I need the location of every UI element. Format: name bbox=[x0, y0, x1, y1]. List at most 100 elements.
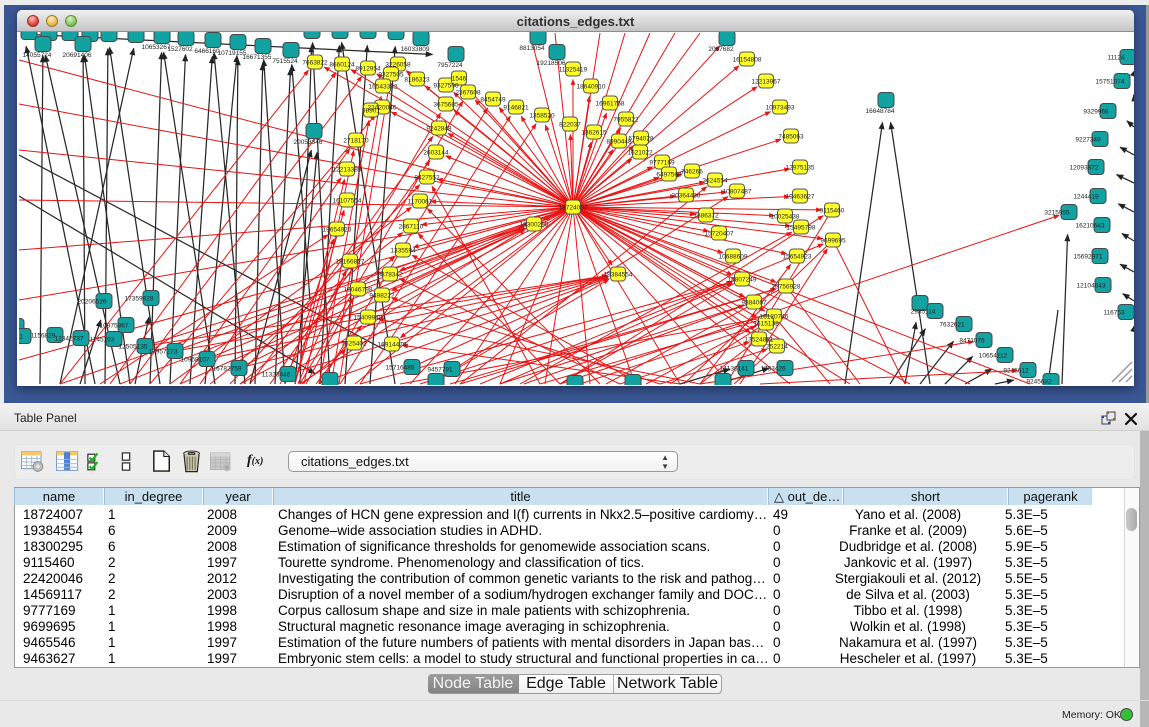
svg-text:2603144: 2603144 bbox=[423, 150, 449, 157]
svg-text:1170061: 1170061 bbox=[408, 199, 433, 206]
svg-text:20053346: 20053346 bbox=[294, 139, 323, 146]
svg-text:16961758: 16961758 bbox=[596, 101, 625, 108]
svg-text:2867110: 2867110 bbox=[399, 224, 424, 231]
svg-text:252214: 252214 bbox=[766, 344, 788, 351]
svg-text:2087682: 2087682 bbox=[708, 46, 734, 53]
svg-text:16107554: 16107554 bbox=[333, 198, 362, 205]
svg-text:14136141: 14136141 bbox=[720, 366, 749, 373]
svg-text:9242848: 9242848 bbox=[426, 126, 452, 133]
svg-text:7386372: 7386372 bbox=[693, 213, 719, 220]
svg-text:15409948: 15409948 bbox=[354, 315, 383, 322]
svg-text:9146821: 9146821 bbox=[503, 105, 529, 112]
svg-text:7955822: 7955822 bbox=[613, 117, 639, 124]
svg-text:6794028: 6794028 bbox=[628, 136, 654, 143]
svg-text:11323446: 11323446 bbox=[262, 372, 291, 379]
svg-text:16543382: 16543382 bbox=[369, 84, 398, 91]
svg-text:2935114: 2935114 bbox=[911, 309, 936, 316]
svg-text:9777169: 9777169 bbox=[649, 160, 675, 167]
svg-text:18640910: 18640910 bbox=[577, 84, 606, 91]
svg-text:1615132: 1615132 bbox=[753, 321, 779, 328]
svg-text:9699695: 9699695 bbox=[820, 238, 846, 245]
svg-text:7663822: 7663822 bbox=[302, 60, 328, 67]
svg-text:12505135: 12505135 bbox=[119, 344, 148, 351]
svg-text:10025438: 10025438 bbox=[771, 214, 800, 221]
svg-text:1145193: 1145193 bbox=[90, 337, 115, 344]
svg-text:15692971: 15692971 bbox=[1074, 254, 1103, 261]
svg-text:16648784: 16648784 bbox=[866, 108, 895, 115]
svg-text:822037: 822037 bbox=[559, 122, 581, 129]
svg-text:20364436: 20364436 bbox=[672, 193, 701, 200]
svg-text:9498222: 9498222 bbox=[369, 293, 395, 300]
svg-text:8471076: 8471076 bbox=[959, 338, 985, 345]
svg-text:10975867: 10975867 bbox=[100, 323, 129, 330]
svg-text:8813054: 8813054 bbox=[519, 45, 545, 52]
svg-text:14055724: 14055724 bbox=[23, 52, 52, 59]
svg-text:16033809: 16033809 bbox=[401, 46, 430, 53]
svg-text:16154808: 16154808 bbox=[733, 57, 762, 64]
svg-text:1156829: 1156829 bbox=[31, 333, 56, 340]
svg-text:9227349: 9227349 bbox=[1075, 137, 1101, 144]
svg-text:20756928: 20756928 bbox=[772, 284, 801, 291]
svg-text:17359928: 17359928 bbox=[125, 296, 154, 303]
svg-text:7632621: 7632621 bbox=[939, 322, 965, 329]
svg-text:17957223: 17957223 bbox=[149, 349, 178, 356]
svg-text:3911411: 3911411 bbox=[19, 334, 24, 341]
svg-text:8186323: 8186323 bbox=[404, 77, 430, 84]
svg-text:18807249: 18807249 bbox=[728, 277, 757, 284]
svg-text:3675685: 3675685 bbox=[433, 102, 459, 109]
svg-text:16782759: 16782759 bbox=[213, 366, 242, 373]
svg-text:19654923: 19654923 bbox=[323, 227, 352, 234]
svg-text:12975135: 12975135 bbox=[786, 165, 815, 172]
svg-text:15716485: 15716485 bbox=[386, 365, 415, 372]
svg-text:8454749: 8454749 bbox=[480, 97, 506, 104]
svg-text:12104643: 12104643 bbox=[1077, 283, 1106, 290]
svg-text:2367608: 2367608 bbox=[455, 90, 481, 97]
svg-text:98901: 98901 bbox=[362, 108, 380, 115]
svg-text:9245682: 9245682 bbox=[1026, 379, 1052, 386]
svg-text:1358520: 1358520 bbox=[529, 113, 555, 120]
svg-text:9329966: 9329966 bbox=[1083, 109, 1109, 116]
svg-text:1335594: 1335594 bbox=[390, 248, 416, 255]
svg-text:6466160: 6466160 bbox=[194, 48, 220, 55]
svg-text:3226058: 3226058 bbox=[385, 62, 411, 69]
svg-text:7515524: 7515524 bbox=[272, 58, 298, 65]
svg-text:11325419: 11325419 bbox=[559, 67, 588, 74]
svg-text:15495798: 15495798 bbox=[787, 225, 816, 232]
svg-text:16671355: 16671355 bbox=[243, 54, 272, 61]
svg-text:8878342: 8878342 bbox=[377, 272, 403, 279]
svg-text:1362615: 1362615 bbox=[581, 130, 607, 137]
svg-text:10688609: 10688609 bbox=[719, 254, 748, 261]
svg-text:9884067: 9884067 bbox=[741, 300, 767, 307]
svg-text:1546: 1546 bbox=[452, 76, 467, 83]
svg-text:19463627: 19463627 bbox=[786, 194, 815, 201]
svg-text:20206526: 20206526 bbox=[78, 299, 107, 306]
svg-text:11124: 11124 bbox=[1107, 55, 1124, 62]
svg-text:7625402: 7625402 bbox=[341, 341, 367, 348]
svg-text:9457791: 9457791 bbox=[427, 367, 453, 374]
svg-text:12342737: 12342737 bbox=[55, 336, 84, 343]
svg-text:10654112: 10654112 bbox=[979, 353, 1008, 360]
svg-text:15751074: 15751074 bbox=[1096, 79, 1125, 86]
svg-text:1733426: 1733426 bbox=[760, 366, 786, 373]
svg-text:1527602: 1527602 bbox=[167, 46, 193, 53]
svg-text:15654923: 15654923 bbox=[783, 254, 812, 261]
svg-text:12093872: 12093872 bbox=[1070, 165, 1099, 172]
svg-text:18724007: 18724007 bbox=[559, 205, 588, 212]
svg-text:3215955: 3215955 bbox=[1044, 210, 1070, 217]
svg-text:6497568: 6497568 bbox=[656, 172, 682, 179]
svg-text:9245612: 9245612 bbox=[1003, 368, 1029, 375]
svg-text:16914479: 16914479 bbox=[378, 342, 407, 349]
svg-text:20691406: 20691406 bbox=[63, 52, 92, 59]
svg-text:1621022: 1621022 bbox=[627, 150, 653, 157]
svg-text:19166827: 19166827 bbox=[336, 259, 365, 266]
svg-text:746266: 746266 bbox=[681, 169, 703, 176]
svg-text:7485063: 7485063 bbox=[778, 134, 804, 141]
svg-text:12213389: 12213389 bbox=[333, 167, 362, 174]
svg-text:12213967: 12213967 bbox=[752, 79, 781, 86]
svg-text:9115460: 9115460 bbox=[820, 208, 845, 215]
svg-text:2718170: 2718170 bbox=[343, 138, 369, 145]
svg-text:13524851: 13524851 bbox=[745, 337, 774, 344]
svg-text:19384554: 19384554 bbox=[604, 272, 633, 279]
svg-text:8660124: 8660124 bbox=[329, 62, 355, 69]
svg-text:10807487: 10807487 bbox=[723, 189, 752, 196]
